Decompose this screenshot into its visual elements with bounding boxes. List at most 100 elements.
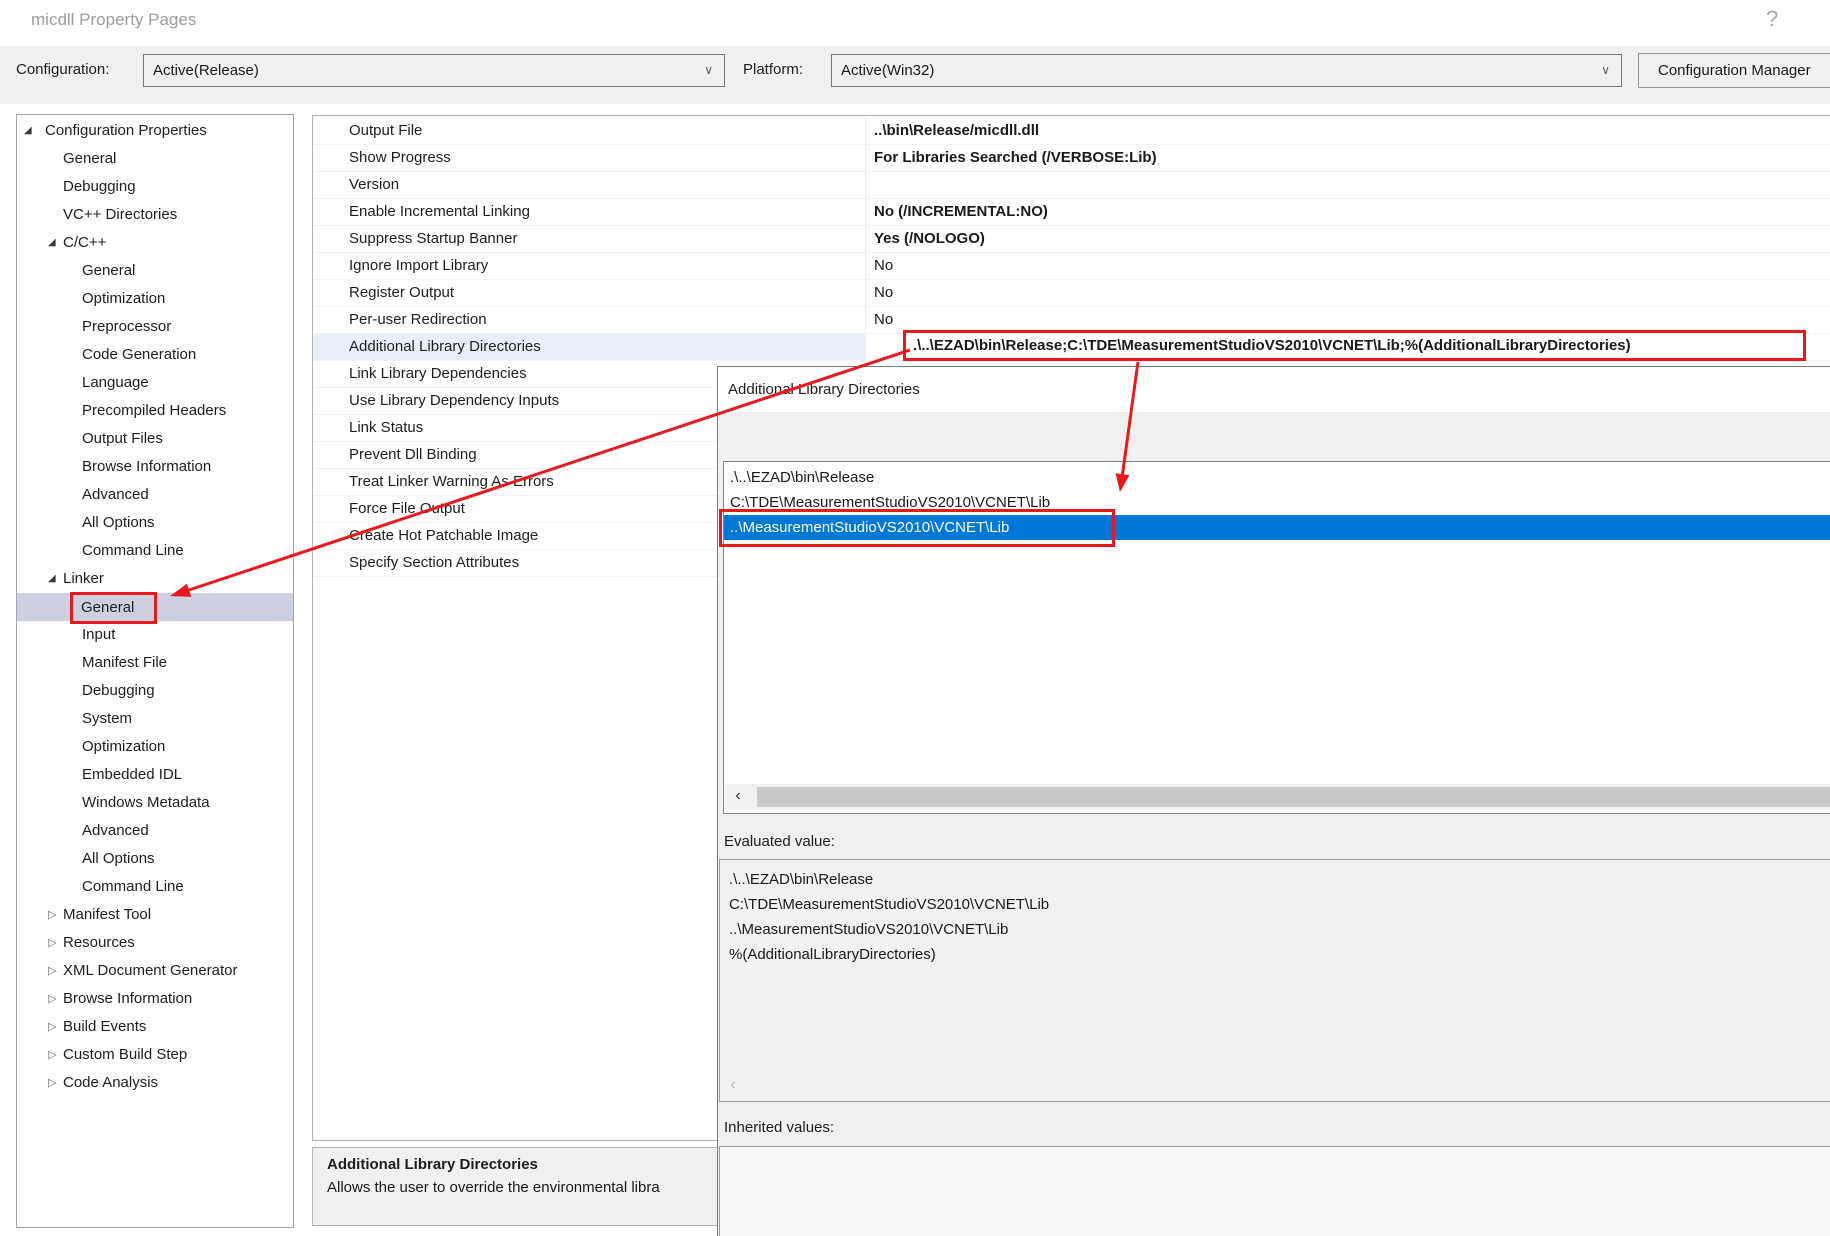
expander-collapsed-icon[interactable]: ▷ [48,1013,56,1041]
sidebar-item-debugging[interactable]: Debugging [17,173,293,201]
configuration-manager-button[interactable]: Configuration Manager [1638,53,1830,88]
configuration-dropdown[interactable]: Active(Release) ∨ [143,54,725,87]
sidebar-item-manifest-tool[interactable]: ▷Manifest Tool [17,901,293,929]
sidebar-item-label: Debugging [63,178,136,195]
property-row-output-file[interactable]: Output File..\bin\Release/micdll.dll [313,118,1830,145]
property-row-suppress-startup-banner[interactable]: Suppress Startup BannerYes (/NOLOGO) [313,226,1830,253]
sidebar-item-linker[interactable]: ◢Linker [17,565,293,593]
property-name: Enable Incremental Linking [313,199,866,225]
evaluated-value-line: ..\MeasurementStudioVS2010\VCNET\Lib [729,917,1830,942]
sidebar-item-browse-information[interactable]: Browse Information [17,453,293,481]
sidebar-item-label: Configuration Properties [45,122,207,139]
property-row-register-output[interactable]: Register OutputNo [313,280,1830,307]
expander-collapsed-icon[interactable]: ▷ [48,957,56,985]
property-value[interactable]: No (/INCREMENTAL:NO) [866,199,1830,225]
sidebar-item-precompiled-headers[interactable]: Precompiled Headers [17,397,293,425]
property-name: Per-user Redirection [313,307,866,333]
expander-collapsed-icon[interactable]: ▷ [48,1041,56,1069]
sidebar-item-embedded-idl[interactable]: Embedded IDL [17,761,293,789]
sidebar-item-custom-build-step[interactable]: ▷ Custom Build Step [17,1041,293,1069]
evaluated-value-box: .\..\EZAD\bin\ReleaseC:\TDE\MeasurementS… [719,859,1830,1102]
sidebar-item-input[interactable]: Input [17,621,293,649]
property-value[interactable]: No [866,253,1830,279]
scrollbar-thumb[interactable] [757,787,1830,807]
sidebar-item-label: Output Files [82,430,163,447]
inherited-values-box[interactable] [719,1146,1830,1236]
expander-collapsed-icon[interactable]: ▷ [48,985,56,1013]
sidebar-item-resources[interactable]: ▷ Resources [17,929,293,957]
sidebar-item-debugging[interactable]: Debugging [17,677,293,705]
property-value[interactable] [866,172,1830,198]
directory-list-item[interactable]: ..\MeasurementStudioVS2010\VCNET\Lib [724,515,1830,540]
sidebar-item-label: Code Generation [82,346,196,363]
property-row-show-progress[interactable]: Show ProgressFor Libraries Searched (/VE… [313,145,1830,172]
property-row-enable-incremental-linking[interactable]: Enable Incremental LinkingNo (/INCREMENT… [313,199,1830,226]
sidebar-item-command-line[interactable]: Command Line [17,537,293,565]
property-value[interactable]: ..\bin\Release/micdll.dll [866,118,1830,144]
sidebar-item-all-options[interactable]: All Options [17,845,293,873]
expander-collapsed-icon[interactable]: ▷ [48,1069,56,1097]
sidebar-item-all-options[interactable]: All Options [17,509,293,537]
sidebar-item-label: Custom Build Step [63,1046,187,1063]
expander-expanded-icon[interactable]: ◢ [48,565,56,593]
chevron-down-icon: ∨ [1601,55,1610,86]
property-name: Additional Library Directories [313,334,866,360]
expander-expanded-icon[interactable]: ◢ [48,229,56,257]
sidebar-item-optimization[interactable]: Optimization [17,285,293,313]
sidebar-item-label: Advanced [82,486,149,503]
sidebar-item-windows-metadata[interactable]: Windows Metadata [17,789,293,817]
expander-expanded-icon[interactable]: ◢ [24,117,32,145]
sidebar-item-command-line[interactable]: Command Line [17,873,293,901]
sidebar-item-browse-information[interactable]: ▷Browse Information [17,985,293,1013]
directory-list-item[interactable]: .\..\EZAD\bin\Release [724,465,1830,490]
scroll-left-button[interactable]: ‹ [725,784,751,810]
sidebar-item-advanced[interactable]: Advanced [17,481,293,509]
sidebar-item-label: All Options [82,514,155,531]
platform-dropdown[interactable]: Active(Win32) ∨ [831,54,1622,87]
sidebar-item-label: Precompiled Headers [82,402,226,419]
property-name: Output File [313,118,866,144]
sidebar-item-label: General [63,150,116,167]
sidebar-item-output-files[interactable]: Output Files [17,425,293,453]
sidebar-item-general[interactable]: General [17,593,293,621]
sidebar-item-build-events[interactable]: ▷Build Events [17,1013,293,1041]
sidebar-item-label: General [70,592,157,624]
sidebar-item-language[interactable]: Language [17,369,293,397]
sidebar-item-label: Preprocessor [82,318,171,335]
window-title: micdll Property Pages [31,10,196,30]
sidebar-item-xml-document-generator[interactable]: ▷XML Document Generator [17,957,293,985]
sidebar-item-configuration-properties[interactable]: ◢ Configuration Properties [17,117,293,145]
property-value[interactable]: Yes (/NOLOGO) [866,226,1830,252]
expander-collapsed-icon[interactable]: ▷ [48,929,56,957]
property-value[interactable]: No [866,280,1830,306]
sidebar-item-general[interactable]: General [17,257,293,285]
sidebar-item-label: Resources [63,934,135,951]
property-name: Version [313,172,866,198]
configuration-toolbar: Configuration: Active(Release) ∨ Platfor… [0,46,1830,104]
sidebar-item-label: System [82,710,132,727]
sidebar-item-code-generation[interactable]: Code Generation [17,341,293,369]
horizontal-scrollbar[interactable]: ‹ [722,1075,1830,1097]
horizontal-scrollbar[interactable]: ‹ [725,784,1830,810]
property-row-version[interactable]: Version [313,172,1830,199]
sidebar-item-c-c[interactable]: ◢C/C++ [17,229,293,257]
sidebar-item-manifest-file[interactable]: Manifest File [17,649,293,677]
sidebar-item-system[interactable]: System [17,705,293,733]
sidebar-item-advanced[interactable]: Advanced [17,817,293,845]
expander-collapsed-icon[interactable]: ▷ [48,901,56,929]
sidebar-item-label: Input [82,626,115,643]
help-icon[interactable]: ? [1766,6,1778,32]
sidebar-item-label: General [82,262,135,279]
sidebar-item-optimization[interactable]: Optimization [17,733,293,761]
sidebar-item-preprocessor[interactable]: Preprocessor [17,313,293,341]
popup-title: Additional Library Directories [718,367,1830,412]
directory-list-item[interactable]: C:\TDE\MeasurementStudioVS2010\VCNET\Lib [724,490,1830,515]
sidebar-item-general[interactable]: General [17,145,293,173]
scroll-left-button[interactable]: ‹ [722,1075,744,1097]
sidebar-item-code-analysis[interactable]: ▷Code Analysis [17,1069,293,1097]
evaluated-value-line: %(AdditionalLibraryDirectories) [729,942,1830,967]
property-value[interactable]: For Libraries Searched (/VERBOSE:Lib) [866,145,1830,171]
sidebar-item-vc-directories[interactable]: VC++ Directories [17,201,293,229]
additional-library-directories-value-annotated[interactable]: .\..\EZAD\bin\Release;C:\TDE\Measurement… [903,330,1806,361]
property-row-ignore-import-library[interactable]: Ignore Import LibraryNo [313,253,1830,280]
